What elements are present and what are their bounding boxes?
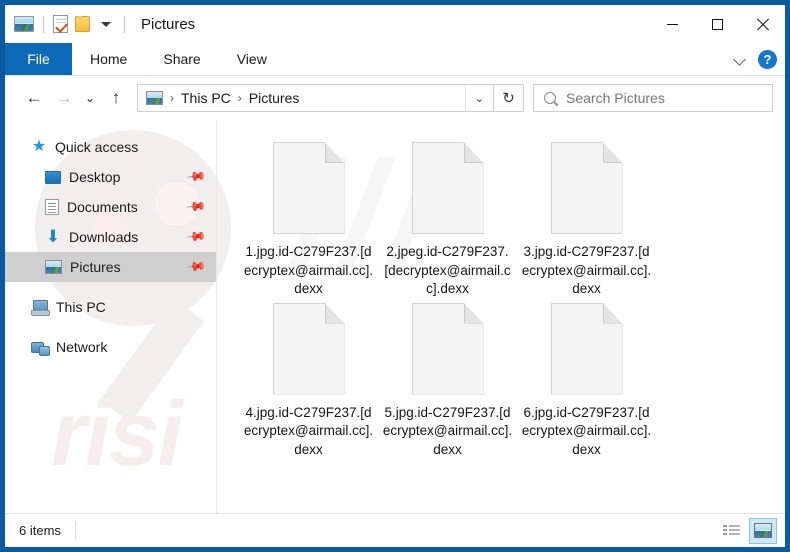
pictures-icon <box>45 260 62 274</box>
breadcrumb-separator-1: › <box>170 91 174 105</box>
quick-access-toolbar: Pictures <box>5 5 195 43</box>
address-bar[interactable]: › This PC › Pictures ⌄ <box>137 84 494 112</box>
details-view-button[interactable] <box>717 518 745 544</box>
sidebar-item-pictures[interactable]: Pictures 📌 <box>5 252 216 282</box>
file-item[interactable]: 4.jpg.id-C279F237.[decryptex@airmail.cc]… <box>239 299 378 460</box>
file-icon <box>550 302 623 395</box>
breadcrumb-root-icon[interactable] <box>146 91 163 105</box>
sidebar-item-quick-access[interactable]: ★ Quick access <box>5 132 216 162</box>
sidebar-item-label: Network <box>56 339 108 355</box>
network-icon <box>31 340 50 356</box>
sidebar-item-network[interactable]: Network <box>5 332 216 362</box>
pin-icon[interactable]: 📌 <box>185 226 207 249</box>
file-item[interactable]: 6.jpg.id-C279F237.[decryptex@airmail.cc]… <box>517 299 656 460</box>
file-explorer-window: Pictures File Home Share View ? ← → ⌄ ↑ <box>0 0 790 552</box>
chevron-down-icon[interactable] <box>101 21 111 27</box>
toolbar-divider <box>43 15 44 33</box>
close-button[interactable] <box>740 5 785 43</box>
file-item[interactable]: 5.jpg.id-C279F237.[decryptex@airmail.cc]… <box>378 299 517 460</box>
address-dropdown-icon[interactable]: ⌄ <box>465 85 493 111</box>
maximize-icon <box>712 18 723 30</box>
star-icon: ★ <box>31 138 47 155</box>
documents-icon <box>45 199 59 215</box>
sidebar-item-label: Documents <box>67 199 138 215</box>
status-bar: 6 items <box>5 513 785 547</box>
refresh-button[interactable]: ↻ <box>494 84 524 112</box>
file-icon <box>411 302 484 395</box>
pictures-icon[interactable] <box>14 16 34 32</box>
up-button[interactable]: ↑ <box>101 83 131 113</box>
large-icons-view-button[interactable] <box>749 517 777 544</box>
file-name: 2.jpeg.id-C279F237.[decryptex@airmail.cc… <box>384 244 511 296</box>
status-divider <box>74 521 76 540</box>
tab-share[interactable]: Share <box>145 43 218 75</box>
this-pc-icon <box>31 299 50 316</box>
window-title: Pictures <box>141 15 196 33</box>
file-list-view[interactable]: 1.jpg.id-C279F237.[decryptex@airmail.cc]… <box>217 120 785 513</box>
toolbar-divider-2 <box>124 15 125 33</box>
file-item[interactable]: 2.jpeg.id-C279F237.[decryptex@airmail.cc… <box>378 138 517 299</box>
pin-icon[interactable]: 📌 <box>185 196 207 219</box>
properties-icon[interactable] <box>53 15 68 33</box>
expand-ribbon-icon[interactable] <box>735 54 746 65</box>
ribbon-tab-strip: File Home Share View ? <box>5 43 785 76</box>
sidebar-item-label: This PC <box>56 299 106 315</box>
sidebar-item-label: Quick access <box>55 139 139 155</box>
file-icon <box>550 142 623 234</box>
file-item[interactable]: 1.jpg.id-C279F237.[decryptex@airmail.cc]… <box>239 138 378 299</box>
view-mode-buttons <box>717 517 777 544</box>
new-folder-icon[interactable] <box>75 16 90 32</box>
breadcrumb-item-pictures[interactable]: Pictures <box>249 90 300 106</box>
sidebar-item-label: Downloads <box>69 229 139 245</box>
file-name: 3.jpg.id-C279F237.[decryptex@airmail.cc]… <box>521 244 652 296</box>
forward-button: → <box>55 88 73 107</box>
maximize-button[interactable] <box>695 5 740 43</box>
file-name: 1.jpg.id-C279F237.[decryptex@airmail.cc]… <box>243 244 374 296</box>
recent-locations-button[interactable]: ⌄ <box>79 83 101 113</box>
help-icon[interactable]: ? <box>758 50 777 69</box>
file-name: 5.jpg.id-C279F237.[decryptex@airmail.cc]… <box>382 404 513 457</box>
item-count: 6 items <box>19 523 61 538</box>
back-button[interactable]: ← <box>19 83 49 113</box>
pin-icon[interactable]: 📌 <box>185 166 207 189</box>
breadcrumb-separator-2: › <box>237 91 242 105</box>
file-item[interactable]: 3.jpg.id-C279F237.[decryptex@airmail.cc]… <box>517 138 656 299</box>
downloads-icon: ⬇ <box>45 227 61 246</box>
ribbon-controls: ? <box>735 43 777 76</box>
file-name: 6.jpg.id-C279F237.[decryptex@airmail.cc]… <box>521 404 652 457</box>
window-controls <box>650 5 785 43</box>
file-icon <box>272 142 345 234</box>
file-icon <box>411 142 484 234</box>
minimize-button[interactable] <box>650 5 695 43</box>
details-view-icon <box>722 524 740 538</box>
file-icon <box>272 302 345 395</box>
search-box[interactable]: Search Pictures <box>533 84 773 112</box>
sidebar-item-documents[interactable]: Documents 📌 <box>5 192 216 222</box>
sidebar-item-downloads[interactable]: ⬇ Downloads 📌 <box>5 222 216 252</box>
close-icon <box>756 18 769 31</box>
tab-view[interactable]: View <box>219 43 285 75</box>
breadcrumb-item-this-pc[interactable]: This PC <box>181 90 231 106</box>
title-bar: Pictures <box>5 5 785 43</box>
file-name: 4.jpg.id-C279F237.[decryptex@airmail.cc]… <box>243 404 374 457</box>
search-input[interactable]: Search Pictures <box>566 90 665 106</box>
navigation-bar: ← → ⌄ ↑ › This PC › Pictures ⌄ ↻ Search … <box>5 76 785 120</box>
sidebar-item-desktop[interactable]: Desktop 📌 <box>5 162 216 192</box>
tab-file[interactable]: File <box>5 43 72 75</box>
minimize-icon <box>667 23 678 25</box>
desktop-icon <box>45 170 61 184</box>
explorer-body: /// risi ★ Quick access Desktop 📌 Docume… <box>5 120 785 513</box>
sidebar-item-label: Desktop <box>69 169 121 185</box>
sidebar-item-label: Pictures <box>70 259 121 275</box>
search-icon <box>541 89 559 107</box>
pin-icon[interactable]: 📌 <box>185 256 207 279</box>
tab-home[interactable]: Home <box>72 43 145 75</box>
navigation-pane: ★ Quick access Desktop 📌 Documents 📌 ⬇ D… <box>5 120 217 513</box>
sidebar-item-this-pc[interactable]: This PC <box>5 292 216 322</box>
large-icons-view-icon <box>754 523 772 538</box>
